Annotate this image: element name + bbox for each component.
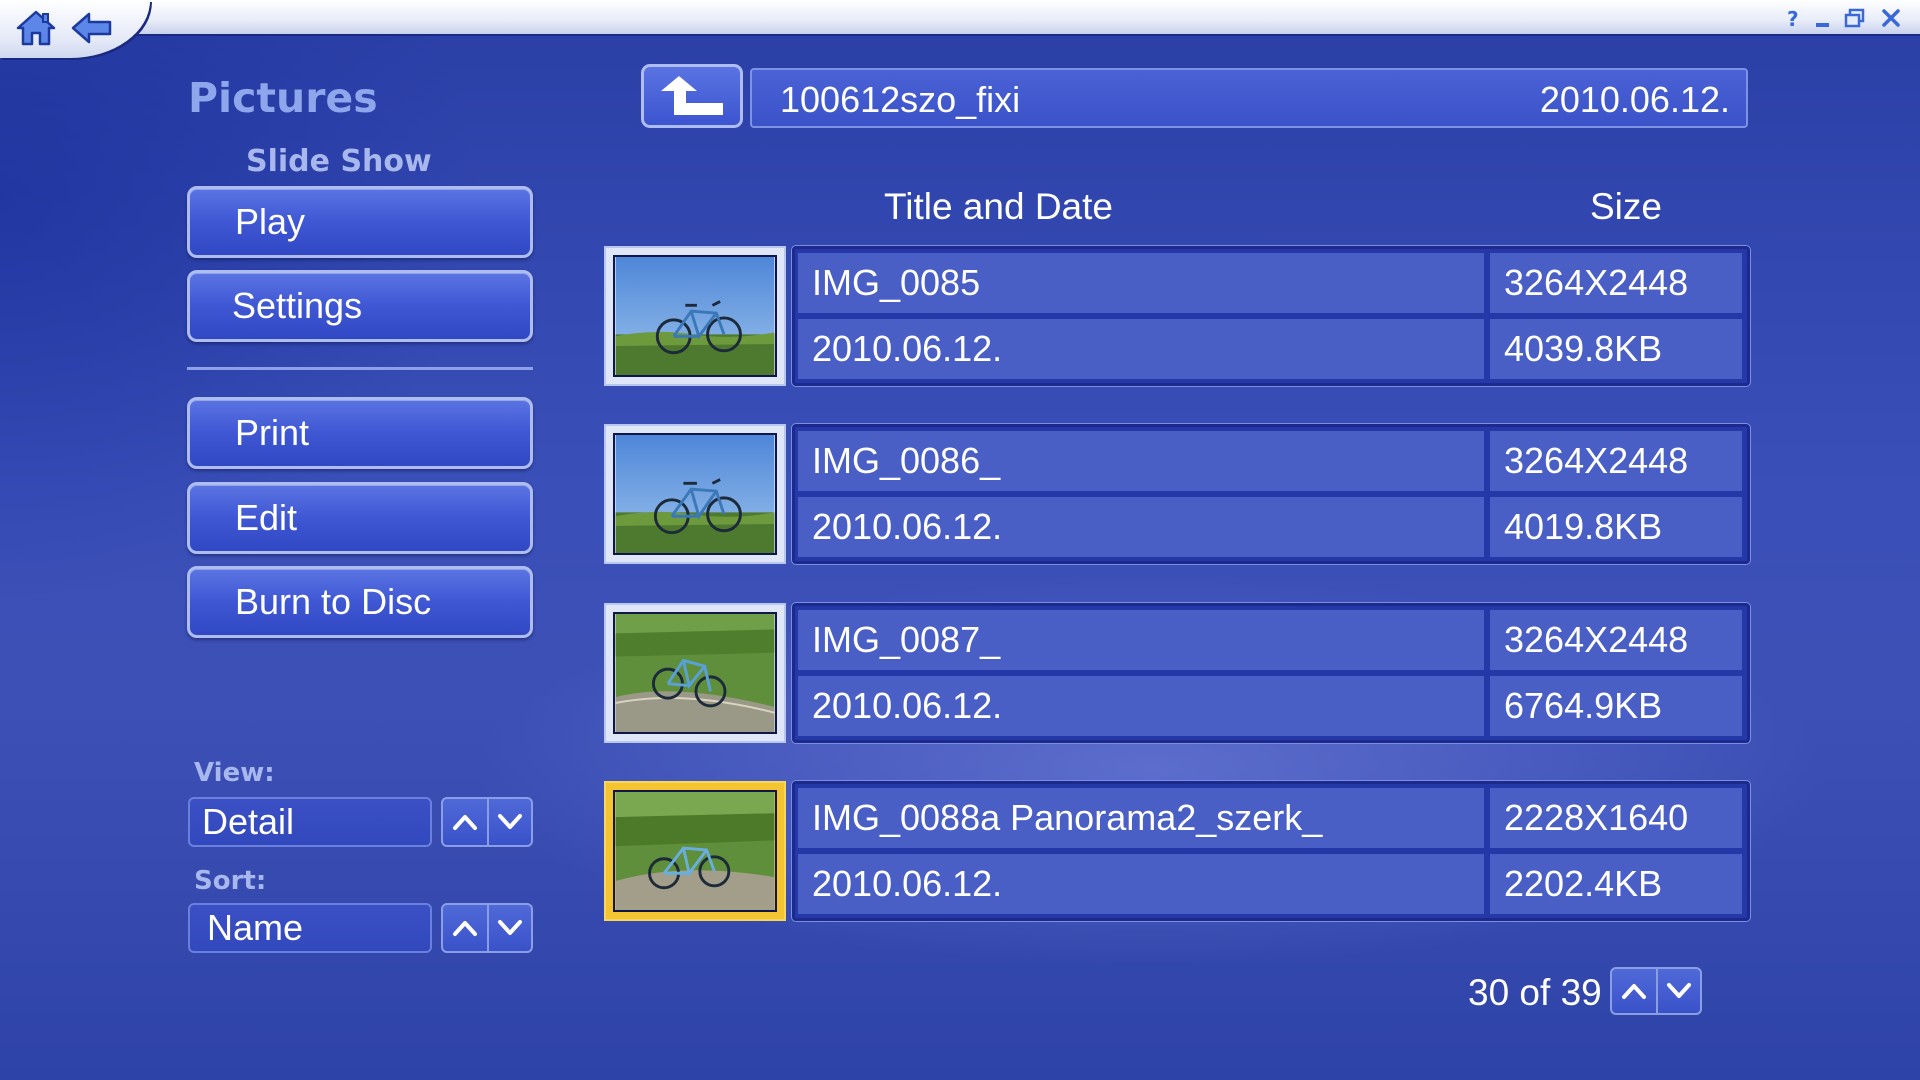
thumbnail[interactable] xyxy=(604,781,786,921)
chevron-up-icon xyxy=(453,921,477,936)
edit-button-label: Edit xyxy=(235,497,298,538)
sort-selector[interactable]: Name xyxy=(188,903,432,953)
slide-show-label: Slide Show xyxy=(246,144,432,179)
table-row[interactable]: IMG_0087_ 2010.06.12. 3264X2448 6764.9KB xyxy=(604,603,1750,743)
minimize-button[interactable] xyxy=(1810,6,1836,30)
menu-divider xyxy=(187,367,533,370)
close-button[interactable] xyxy=(1878,6,1904,30)
chevron-down-icon xyxy=(498,920,522,935)
page-up-button[interactable] xyxy=(1612,969,1656,1013)
column-header-size[interactable]: Size xyxy=(1590,186,1662,228)
thumbnail[interactable] xyxy=(604,246,786,386)
view-label: View: xyxy=(194,758,275,788)
back-arrow-icon xyxy=(71,12,112,44)
help-icon: ? xyxy=(1787,7,1799,31)
chevron-down-icon xyxy=(498,814,522,829)
chevron-down-icon xyxy=(1667,983,1691,998)
picture-date: 2010.06.12. xyxy=(798,854,1484,914)
sort-value: Name xyxy=(207,907,304,948)
picture-file-size: 2202.4KB xyxy=(1490,854,1742,914)
bicycle-photo-thumbnail xyxy=(613,612,777,734)
page-title: Pictures xyxy=(188,74,378,122)
picture-file-size: 6764.9KB xyxy=(1490,676,1742,736)
play-button[interactable]: Play xyxy=(187,186,533,258)
picture-dimensions: 3264X2448 xyxy=(1490,610,1742,670)
picture-info[interactable]: IMG_0086_ 2010.06.12. 3264X2448 4019.8KB xyxy=(792,424,1750,564)
table-row[interactable]: IMG_0086_ 2010.06.12. 3264X2448 4019.8KB xyxy=(604,424,1750,564)
up-folder-button[interactable] xyxy=(641,64,743,128)
sort-arrows xyxy=(441,903,533,953)
picture-date: 2010.06.12. xyxy=(798,497,1484,557)
view-up-button[interactable] xyxy=(443,799,487,845)
picture-info[interactable]: IMG_0087_ 2010.06.12. 3264X2448 6764.9KB xyxy=(792,603,1750,743)
burn-to-disc-button[interactable]: Burn to Disc xyxy=(187,566,533,638)
back-button[interactable] xyxy=(70,8,114,48)
help-button[interactable]: ? xyxy=(1780,6,1806,31)
play-button-label: Play xyxy=(235,201,306,242)
picture-title: IMG_0085 xyxy=(798,253,1484,313)
picture-dimensions: 3264X2448 xyxy=(1490,253,1742,313)
table-row[interactable]: IMG_0085 2010.06.12. 3264X2448 4039.8KB xyxy=(604,246,1750,386)
sort-label: Sort: xyxy=(194,866,267,896)
minimize-icon xyxy=(1816,23,1829,27)
picture-file-size: 4019.8KB xyxy=(1490,497,1742,557)
picture-title: IMG_0088a Panorama2_szerk_ xyxy=(798,788,1484,848)
folder-date: 2010.06.12. xyxy=(1539,79,1730,120)
view-down-button[interactable] xyxy=(487,799,531,845)
restore-icon xyxy=(1844,8,1865,28)
print-button-label: Print xyxy=(235,412,310,453)
picture-info[interactable]: IMG_0085 2010.06.12. 3264X2448 4039.8KB xyxy=(792,246,1750,386)
column-header-title-date[interactable]: Title and Date xyxy=(884,186,1113,228)
home-button[interactable] xyxy=(14,8,58,48)
folder-path-bar: 100612szo_fixi 2010.06.12. xyxy=(750,68,1748,128)
bicycle-photo-thumbnail xyxy=(613,255,777,377)
home-icon xyxy=(16,10,56,46)
sort-up-button[interactable] xyxy=(443,905,487,951)
view-value: Detail xyxy=(202,801,295,842)
page-counter: 30 of 39 xyxy=(1468,972,1602,1013)
title-bar xyxy=(0,0,1920,36)
picture-title: IMG_0086_ xyxy=(798,431,1484,491)
picture-date: 2010.06.12. xyxy=(798,319,1484,379)
settings-button[interactable]: Settings xyxy=(187,270,533,342)
restore-button[interactable] xyxy=(1842,6,1868,30)
chevron-up-icon xyxy=(453,815,477,830)
thumbnail[interactable] xyxy=(604,603,786,743)
view-arrows xyxy=(441,797,533,847)
picture-file-size: 4039.8KB xyxy=(1490,319,1742,379)
print-button[interactable]: Print xyxy=(187,397,533,469)
page-arrows xyxy=(1610,967,1702,1015)
picture-info[interactable]: IMG_0088a Panorama2_szerk_ 2010.06.12. 2… xyxy=(792,781,1750,921)
folder-name: 100612szo_fixi xyxy=(780,79,1021,120)
thumbnail[interactable] xyxy=(604,424,786,564)
edit-button[interactable]: Edit xyxy=(187,482,533,554)
picture-dimensions: 3264X2448 xyxy=(1490,431,1742,491)
sort-down-button[interactable] xyxy=(487,905,531,951)
page-down-button[interactable] xyxy=(1656,969,1700,1013)
close-icon xyxy=(1882,9,1900,27)
settings-button-label: Settings xyxy=(232,285,363,326)
table-row-selected[interactable]: IMG_0088a Panorama2_szerk_ 2010.06.12. 2… xyxy=(604,781,1750,921)
burn-to-disc-button-label: Burn to Disc xyxy=(235,581,432,622)
bicycle-photo-thumbnail xyxy=(613,790,777,912)
chevron-up-icon xyxy=(1622,984,1646,999)
view-selector[interactable]: Detail xyxy=(188,797,432,847)
up-folder-arrow-icon xyxy=(661,76,723,115)
svg-text:?: ? xyxy=(1787,7,1799,30)
picture-dimensions: 2228X1640 xyxy=(1490,788,1742,848)
picture-date: 2010.06.12. xyxy=(798,676,1484,736)
picture-title: IMG_0087_ xyxy=(798,610,1484,670)
bicycle-photo-thumbnail xyxy=(613,433,777,555)
